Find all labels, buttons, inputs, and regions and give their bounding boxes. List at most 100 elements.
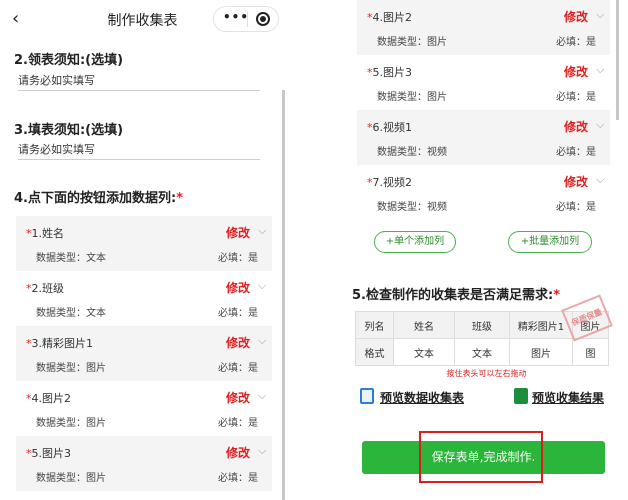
left-screen: ‹ 制作收集表 ••• 2.领表须知:(选填) 请务必如实填写 3.填表须知:(… — [0, 0, 285, 500]
required-status: 必填：是 — [556, 202, 596, 213]
chevron-down-icon[interactable]: ⌵ — [596, 118, 604, 132]
field-list: *1.姓名 修改 ⌵ 数据类型：文本 必填：是 *2.班级 修改 ⌵ 数据类型：文本 必填：是 *3… — [16, 216, 272, 500]
chevron-down-icon[interactable]: ⌵ — [258, 334, 266, 348]
chevron-down-icon[interactable]: ⌵ — [596, 8, 604, 22]
list-item[interactable]: *1.姓名 修改 ⌵ 数据类型：文本 必填：是 — [16, 216, 272, 271]
table-header-cell[interactable]: 班级 — [454, 311, 510, 339]
document-preview-icon[interactable] — [360, 388, 374, 404]
preview-result-link[interactable]: 预览收集结果 — [532, 389, 604, 406]
field-name: *1.姓名 — [26, 225, 64, 241]
data-type: 数据类型：视频 — [377, 202, 447, 213]
field-list-continued: *4.图片2 修改 ⌵ 数据类型：图片 必填：是 *5.图片3 修改 ⌵ 数据类型：图片 必填：是… — [357, 0, 610, 225]
data-type: 数据类型：图片 — [377, 92, 447, 103]
section-4-text: 4.点下面的按钮添加数据列: — [14, 191, 177, 206]
edit-button[interactable]: 修改 — [226, 279, 250, 296]
data-type: 数据类型：图片 — [36, 363, 106, 374]
field-label: 1.姓名 — [31, 227, 65, 240]
table-cell: 图片 — [509, 338, 573, 366]
edit-button[interactable]: 修改 — [564, 173, 588, 190]
data-type: 数据类型：文本 — [36, 253, 106, 264]
list-item[interactable]: *5.图片3 修改 ⌵ 数据类型：图片 必填：是 — [16, 436, 272, 491]
chevron-down-icon[interactable]: ⌵ — [258, 444, 266, 458]
chevron-down-icon[interactable]: ⌵ — [258, 279, 266, 293]
close-target-icon[interactable] — [256, 12, 270, 26]
field-name: *4.图片2 — [26, 390, 71, 406]
data-type: 数据类型：图片 — [36, 473, 106, 484]
list-item[interactable]: *6.视频1 修改 ⌵ 数据类型：视频 必填：是 — [357, 110, 610, 165]
list-item[interactable]: *4.图片2 修改 ⌵ 数据类型：图片 必填：是 — [16, 381, 272, 436]
required-status: 必填：是 — [218, 473, 258, 484]
excel-icon[interactable] — [514, 388, 528, 404]
field-name: *5.图片3 — [367, 64, 412, 80]
section-2-title: 2.领表须知:(选填) — [14, 53, 124, 68]
table-row: 格式 文本 文本 图片 图 — [355, 338, 609, 366]
field-label: 4.图片2 — [31, 392, 72, 405]
field-label: 7.视频2 — [372, 176, 413, 189]
drag-hint: 按住表头可以左右拖动 — [446, 369, 527, 378]
required-status: 必填：是 — [556, 92, 596, 103]
data-type: 数据类型：文本 — [36, 308, 106, 319]
data-type: 数据类型：视频 — [377, 147, 447, 158]
preview-form-link[interactable]: 预览数据收集表 — [380, 389, 464, 406]
section-5-text: 5.检查制作的收集表是否满足需求: — [352, 288, 554, 303]
list-item[interactable]: *5.图片3 修改 ⌵ 数据类型：图片 必填：是 — [357, 55, 610, 110]
required-star: * — [176, 191, 183, 206]
highlight-box — [419, 431, 543, 483]
scrollbar-right[interactable] — [616, 0, 619, 120]
edit-button[interactable]: 修改 — [226, 389, 250, 406]
more-icon[interactable]: ••• — [223, 10, 249, 24]
capsule-divider — [247, 12, 248, 27]
data-type: 数据类型：图片 — [36, 418, 106, 429]
required-status: 必填：是 — [218, 308, 258, 319]
required-status: 必填：是 — [218, 418, 258, 429]
edit-button[interactable]: 修改 — [564, 118, 588, 135]
edit-button[interactable]: 修改 — [226, 444, 250, 461]
table-cell: 格式 — [355, 338, 394, 366]
mini-program-capsule: ••• — [213, 6, 279, 32]
field-label: 3.精彩图片1 — [31, 337, 94, 350]
table-header-cell[interactable]: 列名 — [355, 311, 394, 339]
field-label: 6.视频1 — [372, 121, 413, 134]
field-name: *4.图片2 — [367, 9, 412, 25]
table-cell: 图 — [572, 338, 609, 366]
edit-button[interactable]: 修改 — [226, 334, 250, 351]
required-star: * — [553, 288, 560, 303]
field-name: *6.视频1 — [367, 119, 412, 135]
list-item[interactable]: *7.视频2 修改 ⌵ 数据类型：视频 必填：是 — [357, 165, 610, 220]
edit-button[interactable]: 修改 — [564, 63, 588, 80]
required-status: 必填：是 — [556, 147, 596, 158]
field-label: 2.班级 — [31, 282, 65, 295]
required-status: 必填：是 — [218, 253, 258, 264]
table-cell: 文本 — [454, 338, 510, 366]
separator — [285, 0, 345, 500]
edit-button[interactable]: 修改 — [564, 8, 588, 25]
field-name: *7.视频2 — [367, 174, 412, 190]
fill-notice-input[interactable]: 请务必如实填写 — [18, 136, 260, 160]
list-item[interactable]: *4.图片2 修改 ⌵ 数据类型：图片 必填：是 — [357, 0, 610, 55]
chevron-down-icon[interactable]: ⌵ — [258, 389, 266, 403]
required-status: 必填：是 — [556, 37, 596, 48]
section-4-title: 4.点下面的按钮添加数据列:* — [14, 187, 183, 206]
chevron-down-icon[interactable]: ⌵ — [258, 224, 266, 238]
chevron-down-icon[interactable]: ⌵ — [596, 63, 604, 77]
table-header-cell[interactable]: 姓名 — [393, 311, 455, 339]
section-5-title: 5.检查制作的收集表是否满足需求:* — [352, 284, 560, 303]
field-label: 5.图片3 — [372, 66, 413, 79]
list-item[interactable]: *3.精彩图片1 修改 ⌵ 数据类型：图片 必填：是 — [16, 326, 272, 381]
required-status: 必填：是 — [218, 363, 258, 374]
field-name: *3.精彩图片1 — [26, 335, 93, 351]
right-screen: *4.图片2 修改 ⌵ 数据类型：图片 必填：是 *5.图片3 修改 ⌵ 数据类型：图片 必填：是… — [345, 0, 628, 500]
notice-input[interactable]: 请务必如实填写 — [18, 67, 260, 91]
table-cell: 文本 — [393, 338, 455, 366]
field-name: *2.班级 — [26, 280, 64, 296]
add-single-column-button[interactable]: +单个添加列 — [374, 231, 456, 253]
list-item[interactable]: *2.班级 修改 ⌵ 数据类型：文本 必填：是 — [16, 271, 272, 326]
field-label: 5.图片3 — [31, 447, 72, 460]
nav-bar: ‹ 制作收集表 ••• — [0, 0, 285, 38]
chevron-down-icon[interactable]: ⌵ — [596, 173, 604, 187]
add-batch-column-button[interactable]: +批量添加列 — [508, 231, 592, 253]
edit-button[interactable]: 修改 — [226, 224, 250, 241]
field-label: 4.图片2 — [372, 11, 413, 24]
field-name: *5.图片3 — [26, 445, 71, 461]
data-type: 数据类型：图片 — [377, 37, 447, 48]
